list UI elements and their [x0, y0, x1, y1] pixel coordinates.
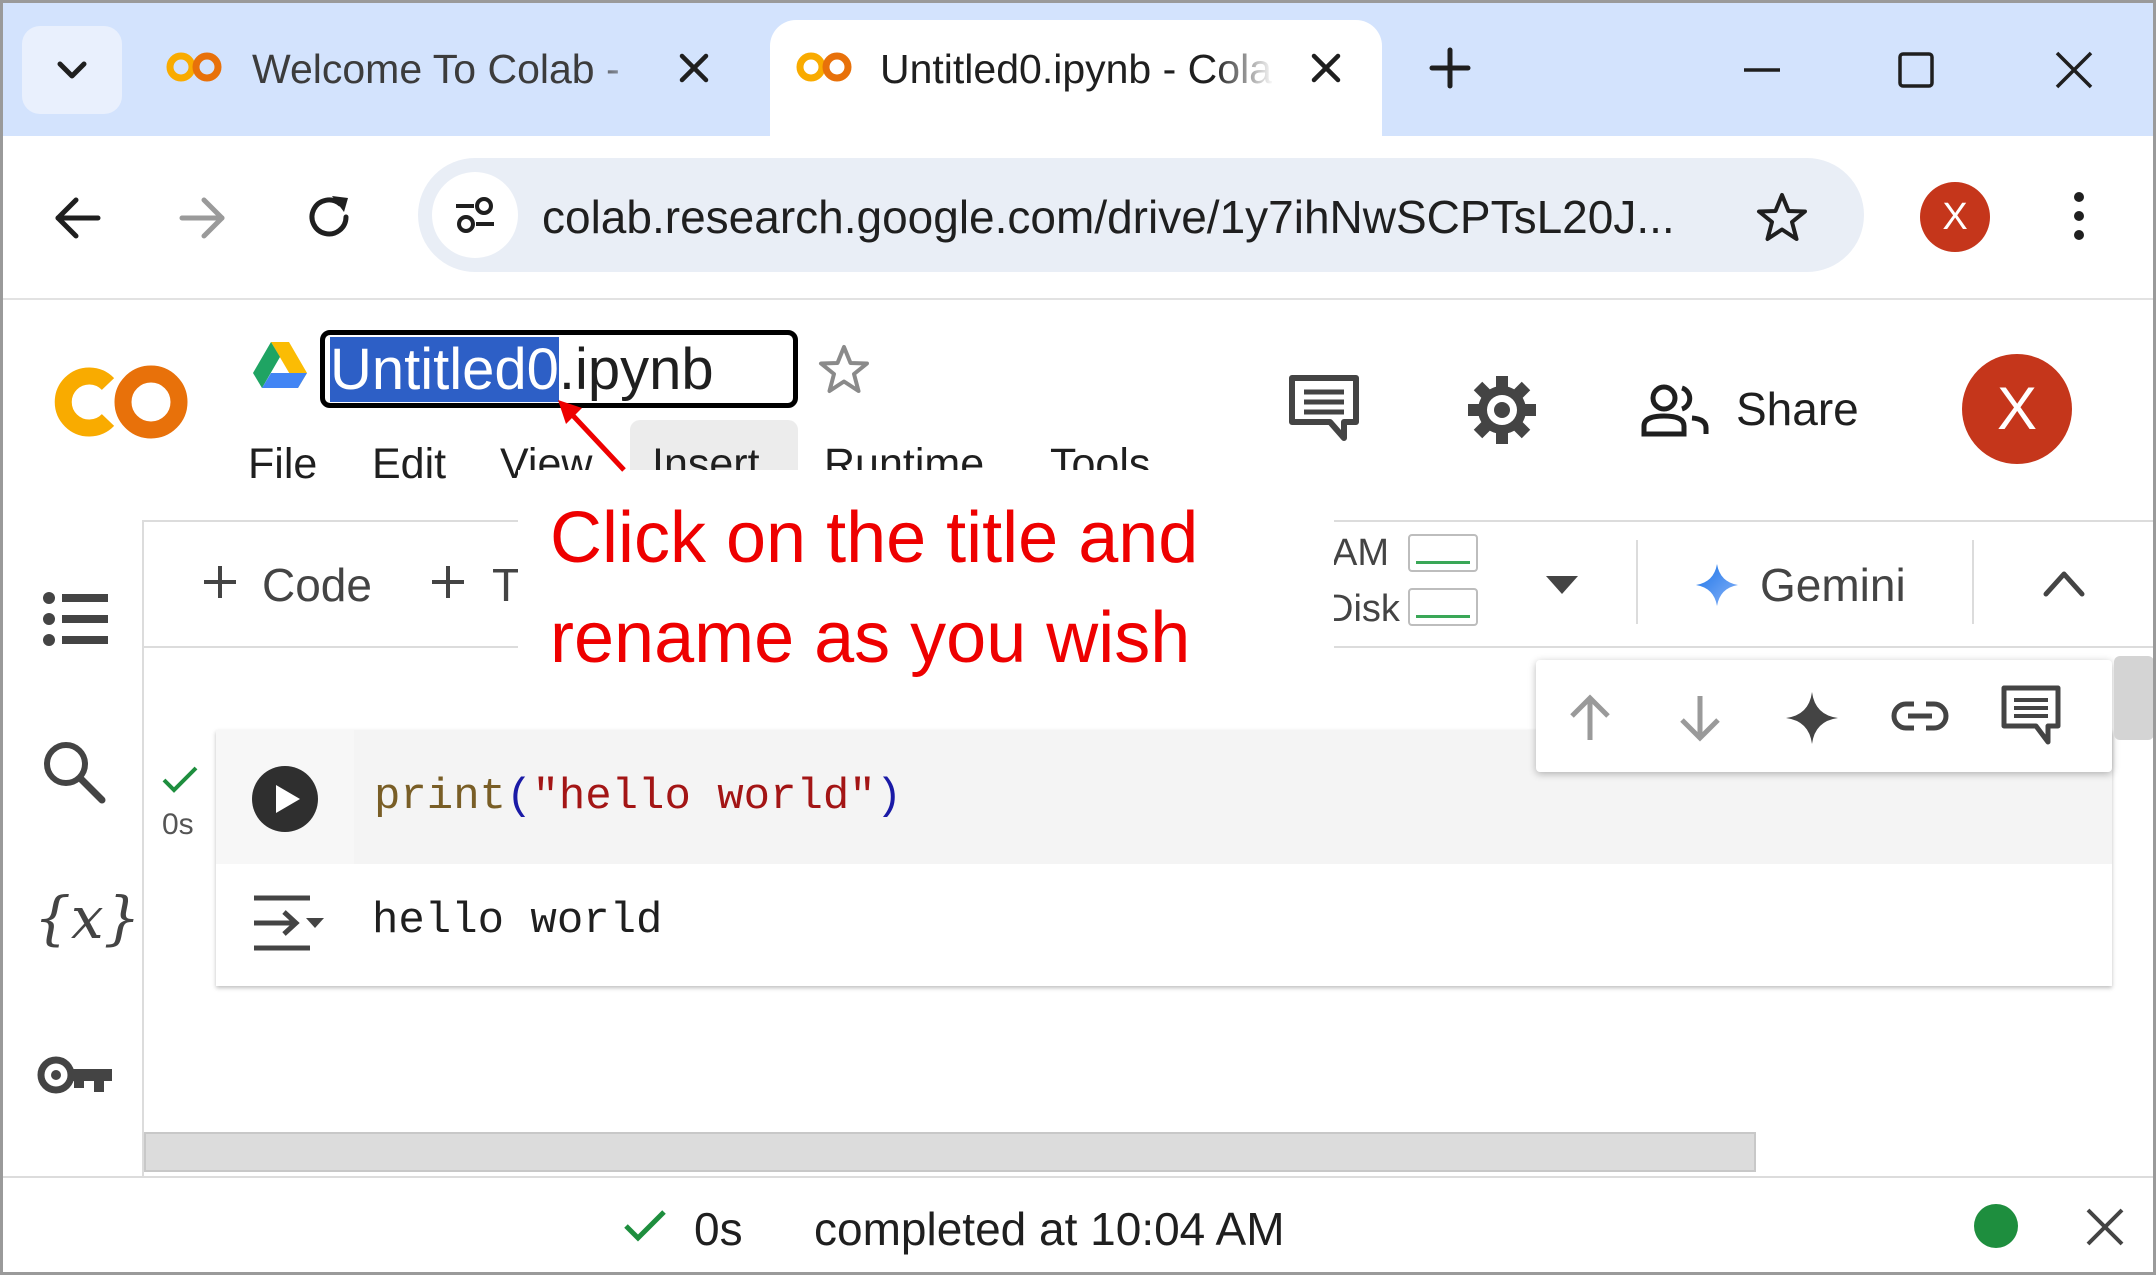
execution-time: 0s: [162, 808, 194, 841]
close-window-icon[interactable]: [2054, 50, 2094, 90]
notebook-title[interactable]: Untitled0.ipynb: [330, 337, 714, 402]
ram-label: AM: [1332, 532, 1389, 574]
add-text-label: T: [492, 559, 521, 611]
variables-icon[interactable]: {x}: [34, 884, 141, 952]
collapse-chevron-up-icon[interactable]: [2040, 566, 2088, 600]
search-icon[interactable]: [40, 738, 106, 804]
site-info-button[interactable]: [432, 172, 518, 258]
cell-comment-icon[interactable]: [2000, 684, 2062, 746]
tab-title: Welcome To Colab - Colab: [252, 46, 632, 92]
title-selection: Untitled0: [330, 337, 559, 402]
secrets-key-icon[interactable]: [36, 1052, 116, 1098]
chevron-down-icon: [57, 61, 87, 79]
close-status-icon[interactable]: [2084, 1206, 2126, 1248]
new-tab-plus-icon[interactable]: [1428, 46, 1472, 90]
code-line[interactable]: print("hello world"): [374, 772, 902, 822]
move-cell-up-icon[interactable]: [1566, 692, 1614, 744]
execution-check-icon: [162, 766, 198, 793]
more-vert-icon[interactable]: [2064, 188, 2094, 248]
add-code-label: Code: [262, 559, 372, 611]
title-extension: .ipynb: [558, 337, 714, 402]
output-actions-icon[interactable]: [250, 892, 326, 954]
settings-gear-icon[interactable]: [1464, 372, 1540, 448]
table-of-contents-icon[interactable]: [42, 590, 110, 648]
gemini-button[interactable]: Gemini: [1760, 558, 1906, 612]
account-avatar[interactable]: X: [1962, 354, 2072, 464]
code-function: print: [374, 772, 507, 822]
browser-profile-avatar[interactable]: X: [1920, 182, 1990, 252]
status-message: completed at 10:04 AM: [814, 1203, 1285, 1255]
add-code-button[interactable]: Code: [200, 552, 410, 616]
link-icon[interactable]: [1890, 696, 1950, 736]
tune-icon: [456, 197, 494, 233]
play-icon: [276, 785, 300, 813]
toolbar-divider: [1972, 540, 1974, 624]
output-text: hello world: [372, 896, 663, 946]
horizontal-scrollbar[interactable]: [144, 1132, 1756, 1172]
forward-arrow-icon[interactable]: [176, 192, 228, 244]
url-text[interactable]: colab.research.google.com/drive/1y7ihNwS…: [542, 190, 1675, 244]
ram-usage-bar[interactable]: [1408, 534, 1478, 572]
annotation-arrow-icon: [558, 400, 626, 472]
tab-title-fade: [590, 40, 650, 100]
run-cell-button[interactable]: [252, 766, 318, 832]
menu-file[interactable]: File: [248, 440, 317, 489]
plus-icon: [432, 566, 464, 598]
add-text-button[interactable]: T: [428, 552, 528, 616]
google-drive-icon[interactable]: [252, 340, 308, 390]
back-arrow-icon[interactable]: [52, 192, 104, 244]
connection-status-dot[interactable]: [1974, 1204, 2018, 1248]
menu-edit[interactable]: Edit: [372, 440, 446, 489]
share-button[interactable]: Share: [1736, 382, 1859, 436]
tab-title-fade: [1214, 40, 1274, 100]
close-tab-icon[interactable]: [1308, 50, 1344, 86]
code-paren-close: ): [875, 772, 903, 822]
star-notebook-icon[interactable]: [816, 342, 872, 398]
vertical-scrollbar[interactable]: [2114, 656, 2154, 740]
status-check-icon: [624, 1210, 666, 1242]
gemini-sparkle-icon: [1696, 564, 1738, 606]
colab-logo-icon[interactable]: [52, 360, 194, 444]
tab-search-button[interactable]: [22, 26, 122, 114]
plus-icon: [204, 566, 236, 598]
reload-icon[interactable]: [302, 190, 356, 244]
colab-favicon-icon: [166, 52, 222, 82]
bookmark-star-icon[interactable]: [1754, 190, 1810, 246]
minimize-icon[interactable]: [1742, 50, 1782, 90]
share-people-icon[interactable]: [1640, 382, 1710, 438]
annotation-text: Click on the title and rename as you wis…: [550, 498, 1199, 678]
close-tab-icon[interactable]: [676, 50, 712, 86]
toolbar-divider: [1636, 540, 1638, 624]
runtime-dropdown-icon[interactable]: [1544, 574, 1580, 596]
move-cell-down-icon[interactable]: [1676, 692, 1724, 744]
comments-icon[interactable]: [1286, 372, 1362, 444]
disk-label: Disk: [1326, 588, 1400, 630]
maximize-icon[interactable]: [1896, 50, 1936, 90]
status-duration: 0s: [694, 1203, 743, 1255]
code-paren-open: (: [506, 772, 533, 822]
colab-favicon-icon: [796, 52, 852, 82]
code-string: "hello world": [532, 772, 876, 822]
disk-usage-bar[interactable]: [1408, 588, 1478, 626]
ai-sparkle-icon[interactable]: [1784, 690, 1840, 746]
